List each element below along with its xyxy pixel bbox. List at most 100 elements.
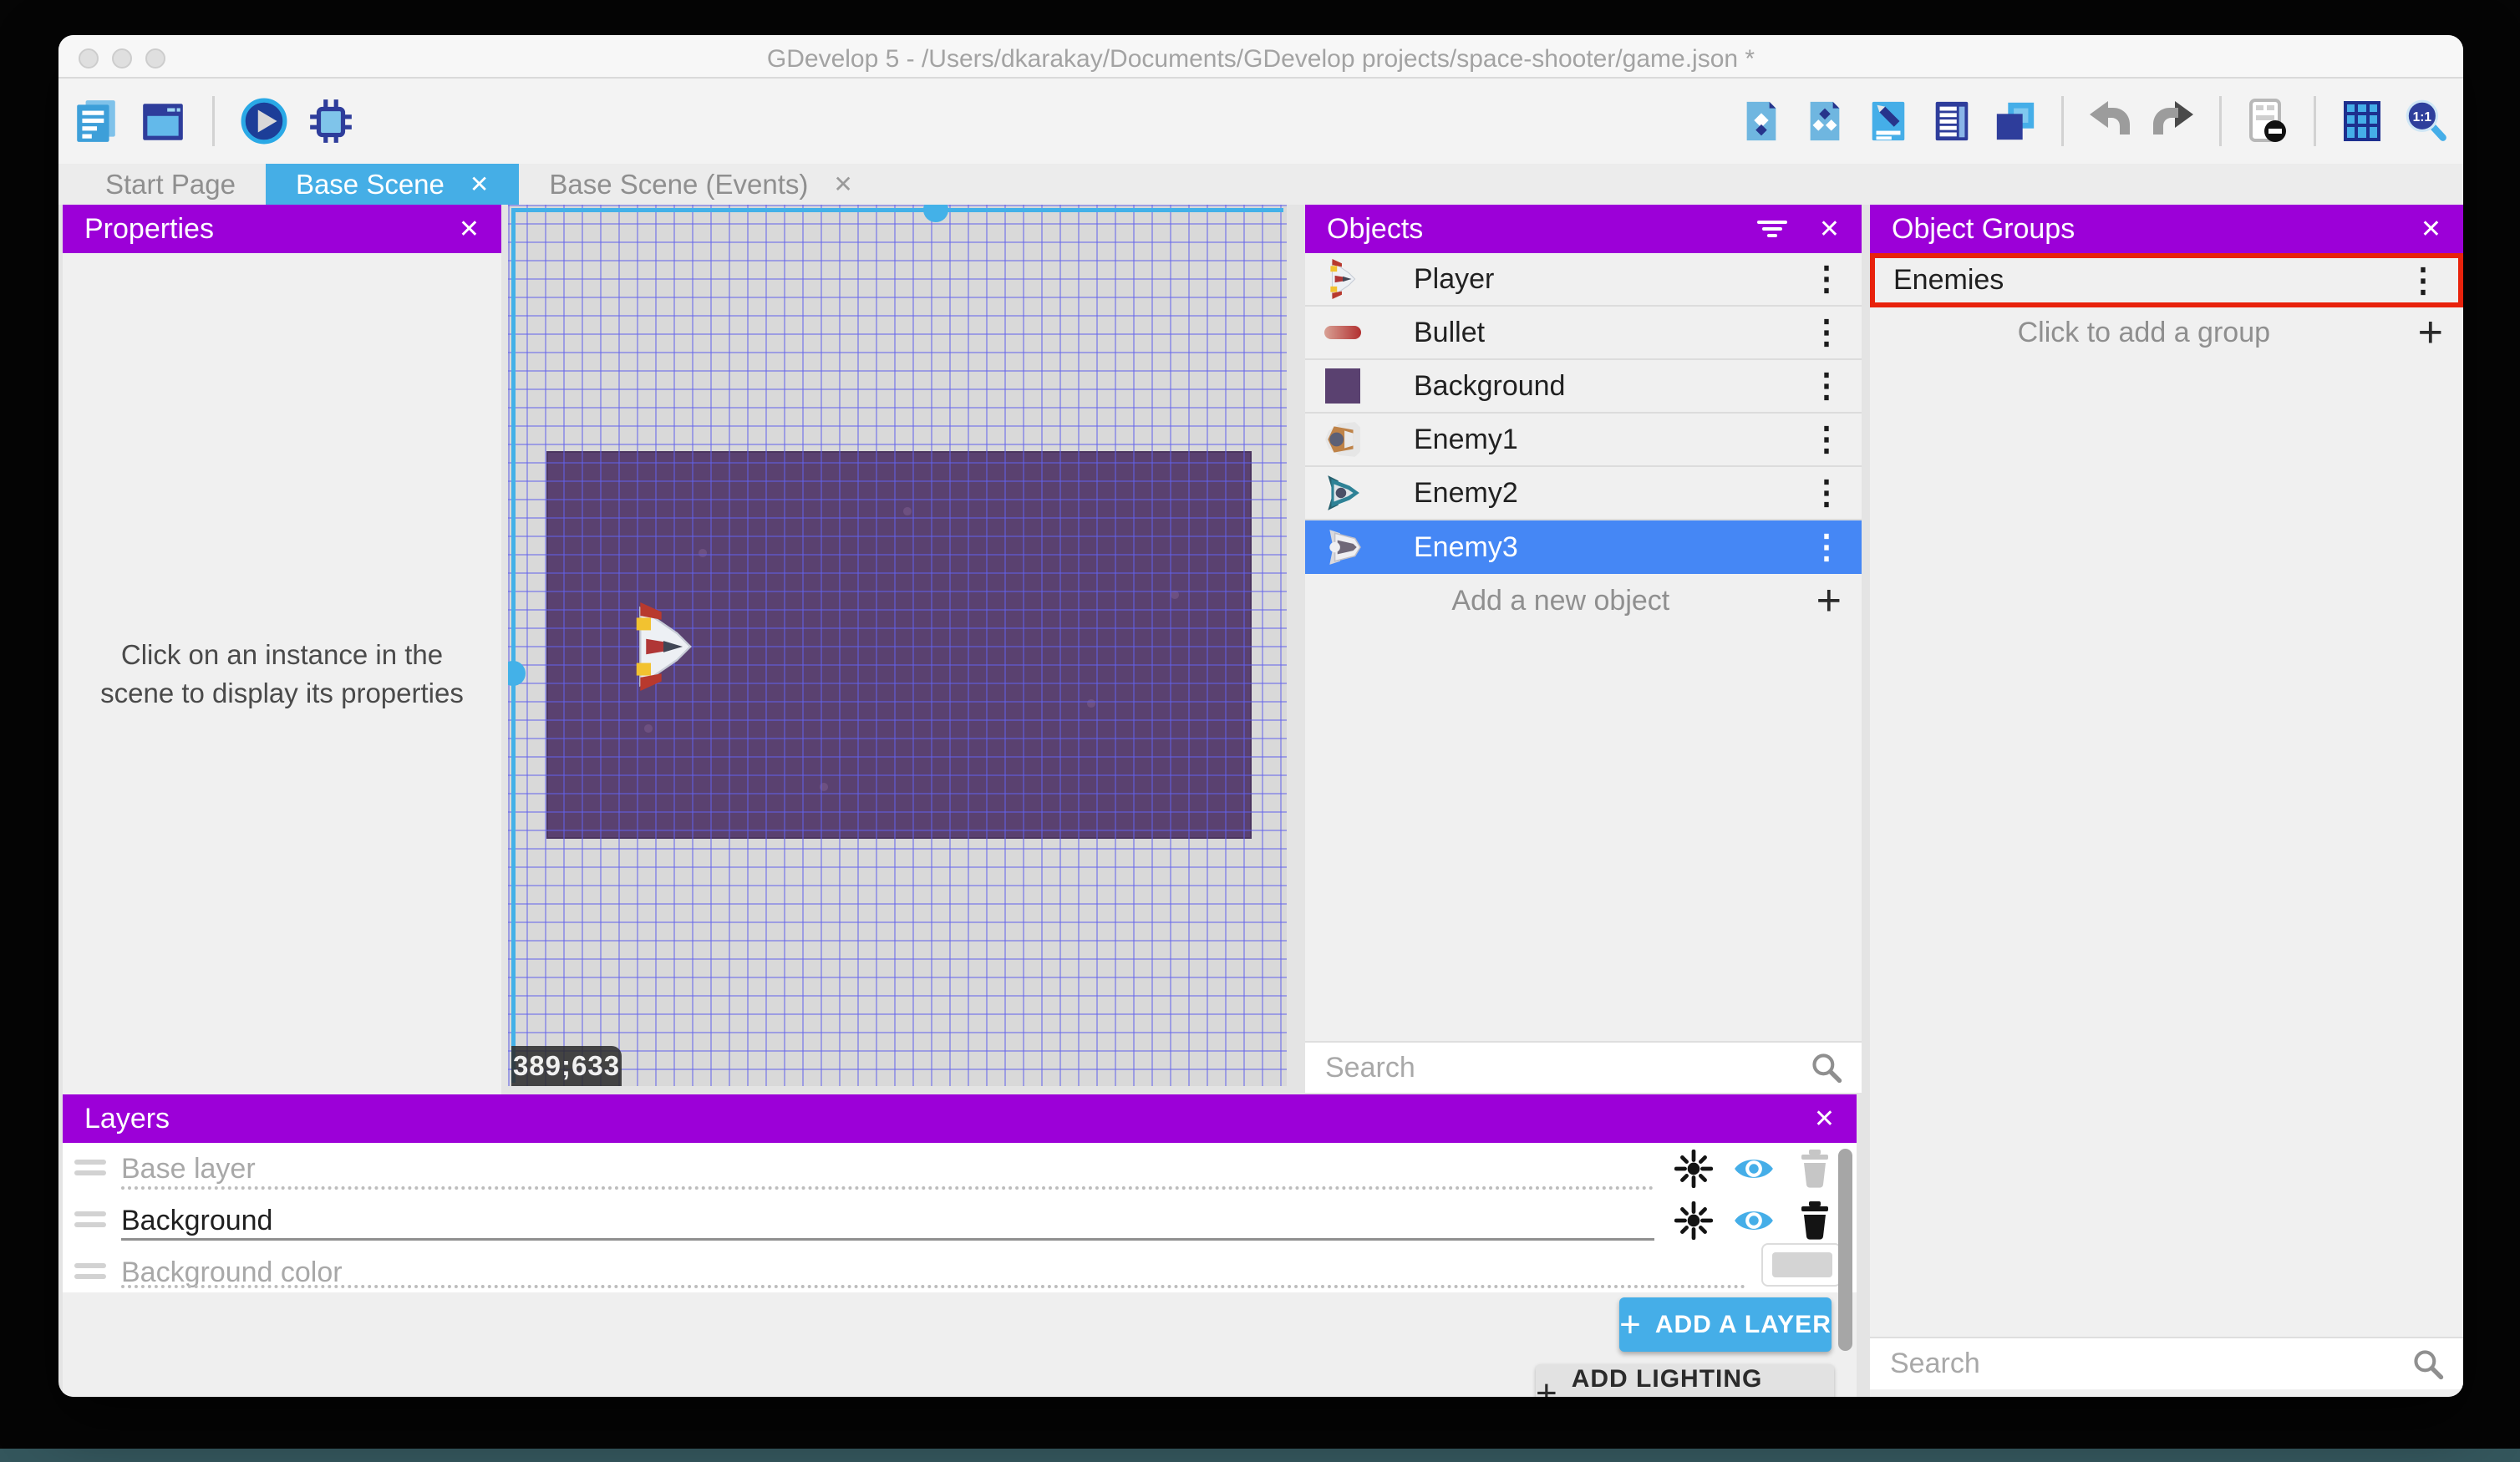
object-groups-editor-icon[interactable] [1801, 97, 1849, 145]
object-name: Bullet [1414, 317, 1485, 349]
game-window-handle-left[interactable] [508, 661, 526, 686]
game-window-border-top [511, 208, 1283, 212]
object-row-enemy2[interactable]: Enemy2 ⋮ [1305, 467, 1862, 520]
debug-icon[interactable] [307, 97, 355, 145]
titlebar: GDevelop 5 - /Users/dkarakay/Documents/G… [58, 35, 2463, 79]
properties-editor-icon[interactable] [1864, 97, 1913, 145]
panel-title: Objects [1327, 213, 1423, 246]
background-object-icon [1324, 367, 1362, 405]
plus-icon[interactable]: + [1816, 579, 1842, 622]
enemy1-object-icon [1324, 420, 1362, 459]
tab-base-scene[interactable]: Base Scene ✕ [266, 164, 519, 205]
panel-title: Object Groups [1892, 213, 2075, 246]
instances-list-icon[interactable] [1928, 97, 1976, 145]
layer-row-base[interactable]: Base layer [63, 1143, 1857, 1195]
objects-editor-icon[interactable] [1737, 97, 1786, 145]
layer-visibility-eye-icon[interactable] [1733, 1150, 1775, 1188]
layers-editor-icon[interactable] [1991, 97, 2040, 145]
layer-name-underline [121, 1186, 1654, 1190]
object-row-enemy3-selected[interactable]: Enemy3 ⋮ [1305, 520, 1862, 574]
object-name: Player [1414, 263, 1494, 296]
tab-close-icon[interactable]: ✕ [470, 170, 489, 198]
preview-window-icon[interactable] [139, 97, 187, 145]
layer-delete-trash-icon[interactable] [1799, 1150, 1831, 1188]
tab-label: Base Scene [296, 169, 445, 201]
toolbar-separator [2219, 96, 2222, 146]
game-window-handle-top[interactable] [923, 205, 948, 222]
object-menu-icon[interactable]: ⋮ [1810, 369, 1843, 403]
group-menu-icon[interactable]: ⋮ [2406, 264, 2440, 297]
play-preview-icon[interactable] [240, 97, 288, 145]
tab-start-page[interactable]: Start Page [75, 164, 266, 205]
object-menu-icon[interactable]: ⋮ [1810, 476, 1843, 510]
tab-label: Start Page [105, 169, 236, 201]
toolbar-separator [2061, 96, 2064, 146]
window-mask-icon[interactable] [2243, 97, 2292, 145]
object-row-bullet[interactable]: Bullet ⋮ [1305, 307, 1862, 360]
objects-panel: Objects ✕ Player ⋮ Bullet ⋮ Background ⋮ [1305, 205, 1862, 1093]
plus-icon[interactable]: + [2418, 311, 2443, 354]
enemy2-object-icon [1324, 474, 1362, 512]
add-lighting-layer-label: ADD LIGHTING LAYER [1572, 1365, 1834, 1397]
objects-search [1305, 1041, 1862, 1093]
background-stars [546, 451, 550, 454]
object-menu-icon[interactable]: ⋮ [1810, 530, 1843, 564]
add-group-row[interactable]: Click to add a group + [1870, 307, 2463, 358]
close-icon[interactable]: ✕ [459, 215, 480, 244]
layer-visibility-eye-icon[interactable] [1733, 1201, 1775, 1240]
object-row-player[interactable]: Player ⋮ [1305, 253, 1862, 307]
object-groups-panel-header: Object Groups ✕ [1870, 205, 2463, 253]
project-manager-icon[interactable] [72, 97, 120, 145]
panel-title: Properties [84, 213, 214, 246]
layer-name[interactable]: Base layer [121, 1153, 256, 1185]
grid-icon[interactable] [2338, 97, 2386, 145]
tab-base-scene-events[interactable]: Base Scene (Events) ✕ [519, 164, 882, 205]
groups-search-input[interactable] [1870, 1348, 2411, 1380]
object-menu-icon[interactable]: ⋮ [1810, 423, 1843, 456]
tab-bar: Start Page Base Scene ✕ Base Scene (Even… [58, 164, 2463, 205]
close-icon[interactable]: ✕ [2421, 215, 2441, 244]
close-icon[interactable]: ✕ [1819, 215, 1840, 244]
object-row-background[interactable]: Background ⋮ [1305, 360, 1862, 414]
add-layer-button[interactable]: + ADD A LAYER [1619, 1297, 1832, 1352]
zoom-reset-icon[interactable] [2401, 97, 2450, 145]
layer-row-background[interactable]: Background [63, 1195, 1857, 1246]
tab-label: Base Scene (Events) [549, 169, 808, 201]
drag-handle-icon[interactable] [74, 1211, 106, 1228]
undo-icon[interactable] [2086, 97, 2134, 145]
add-lighting-layer-button[interactable]: + ADD LIGHTING LAYER [1536, 1364, 1834, 1397]
layer-name-underline [121, 1238, 1654, 1241]
layer-row-background-color[interactable]: Background color [63, 1246, 1857, 1292]
objects-search-input[interactable] [1305, 1052, 1810, 1084]
group-name: Enemies [1893, 264, 2004, 297]
background-color-swatch[interactable] [1761, 1243, 1842, 1287]
object-row-enemy1[interactable]: Enemy1 ⋮ [1305, 414, 1862, 467]
player-instance[interactable] [633, 602, 694, 691]
scene-editor-canvas[interactable]: 389;633 [508, 205, 1287, 1086]
enemy3-object-icon [1324, 528, 1362, 566]
object-name: Enemy3 [1414, 531, 1518, 564]
filter-icon[interactable] [1755, 212, 1789, 246]
add-layer-label: ADD A LAYER [1655, 1311, 1832, 1339]
cursor-position-badge: 389;633 [511, 1046, 622, 1086]
object-name: Enemy1 [1414, 424, 1518, 456]
gdevelop-window: GDevelop 5 - /Users/dkarakay/Documents/G… [58, 35, 2463, 1397]
window-title: GDevelop 5 - /Users/dkarakay/Documents/G… [58, 45, 2463, 74]
game-window-border-left [511, 208, 516, 1083]
close-icon[interactable]: ✕ [1814, 1104, 1835, 1134]
add-object-row[interactable]: Add a new object + [1305, 574, 1862, 627]
groups-search [1870, 1337, 2463, 1389]
object-name: Enemy2 [1414, 477, 1518, 510]
object-menu-icon[interactable]: ⋮ [1810, 316, 1843, 349]
search-icon [2411, 1348, 2445, 1381]
drag-handle-icon[interactable] [74, 1160, 106, 1176]
object-menu-icon[interactable]: ⋮ [1810, 262, 1843, 296]
layer-name[interactable]: Background [121, 1205, 272, 1237]
redo-icon[interactable] [2149, 97, 2197, 145]
layer-effects-icon[interactable] [1674, 1150, 1713, 1188]
layer-effects-icon[interactable] [1674, 1201, 1713, 1240]
group-row-enemies-highlighted[interactable]: Enemies ⋮ [1870, 253, 2463, 307]
tab-close-icon[interactable]: ✕ [833, 170, 852, 198]
layer-delete-trash-icon[interactable] [1799, 1201, 1831, 1240]
layers-scrollbar[interactable] [1838, 1149, 1852, 1351]
